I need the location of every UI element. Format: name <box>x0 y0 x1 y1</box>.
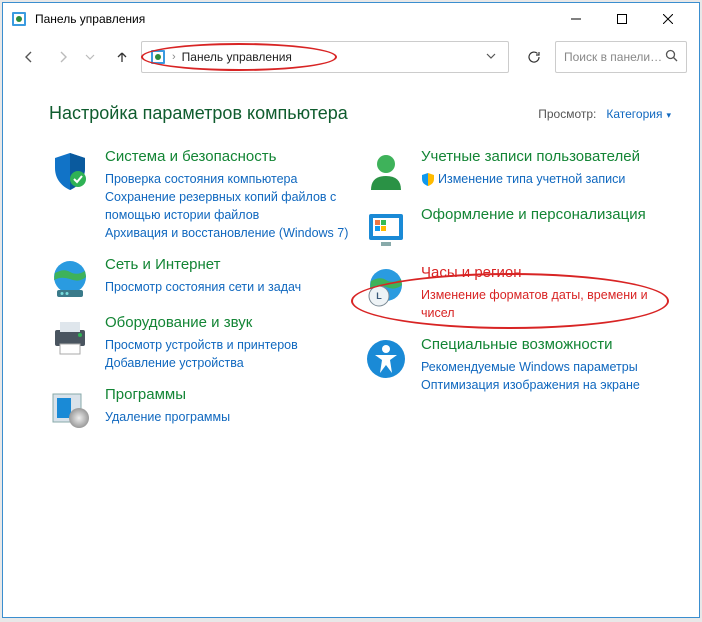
accessibility-icon <box>365 338 407 380</box>
category-title[interactable]: Оборудование и звук <box>105 314 355 333</box>
printer-icon <box>49 316 91 358</box>
back-button[interactable] <box>15 43 43 71</box>
search-input[interactable]: Поиск в панели у... <box>555 41 687 73</box>
category-link[interactable]: Просмотр устройств и принтеров <box>105 336 355 354</box>
category-title[interactable]: Программы <box>105 386 355 405</box>
toolbar: › Панель управления Поиск в панели у... <box>3 35 699 79</box>
address-dropdown[interactable] <box>482 51 500 64</box>
control-panel-icon <box>11 11 27 27</box>
category-link[interactable]: Проверка состояния компьютера <box>105 170 355 188</box>
chevron-down-icon: ▾ <box>666 110 671 120</box>
up-button[interactable] <box>109 44 135 70</box>
refresh-button[interactable] <box>519 43 549 71</box>
category-users: Учетные записи пользователей Изменение т… <box>365 148 671 192</box>
maximize-button[interactable] <box>599 4 645 34</box>
category-programs: Программы Удаление программы <box>49 386 355 430</box>
left-col: Система и безопасность Проверка состояни… <box>49 148 355 444</box>
category-link[interactable]: Сохранение резервных копий файлов с помо… <box>105 188 355 224</box>
view-label: Просмотр: <box>538 107 596 121</box>
header-row: Настройка параметров компьютера Просмотр… <box>49 103 671 124</box>
category-title[interactable]: Система и безопасность <box>105 148 355 167</box>
control-panel-icon <box>150 49 166 65</box>
category-link[interactable]: Удаление программы <box>105 408 355 426</box>
right-col: Учетные записи пользователей Изменение т… <box>365 148 671 444</box>
window: Панель управления › Панель управления По… <box>2 2 700 618</box>
category-link[interactable]: Оптимизация изображения на экране <box>421 376 671 394</box>
user-icon <box>365 150 407 192</box>
minimize-button[interactable] <box>553 4 599 34</box>
page-title: Настройка параметров компьютера <box>49 103 538 124</box>
globe-icon <box>49 258 91 300</box>
category-network: Сеть и Интернет Просмотр состояния сети … <box>49 256 355 300</box>
view-dropdown[interactable]: Категория▾ <box>606 107 671 121</box>
category-link[interactable]: Изменение форматов даты, времени и чисел <box>421 286 671 322</box>
category-link[interactable]: Рекомендуемые Windows параметры <box>421 358 671 376</box>
window-controls <box>553 4 691 34</box>
category-hardware: Оборудование и звук Просмотр устройств и… <box>49 314 355 372</box>
content: Настройка параметров компьютера Просмотр… <box>3 79 699 444</box>
category-link[interactable]: Добавление устройства <box>105 354 355 372</box>
window-title: Панель управления <box>35 12 553 26</box>
svg-text:L: L <box>376 291 382 301</box>
appearance-icon <box>365 208 407 250</box>
forward-button[interactable] <box>49 43 77 71</box>
breadcrumb[interactable]: Панель управления <box>182 50 292 64</box>
breadcrumb-sep: › <box>172 51 176 63</box>
close-button[interactable] <box>645 4 691 34</box>
search-icon <box>665 49 678 65</box>
clock-icon: L <box>365 266 407 308</box>
shield-icon <box>49 150 91 192</box>
category-link[interactable]: Архивация и восстановление (Windows 7) <box>105 224 355 242</box>
category-title[interactable]: Часы и регион <box>421 264 671 283</box>
category-security: Система и безопасность Проверка состояни… <box>49 148 355 242</box>
category-title[interactable]: Учетные записи пользователей <box>421 148 671 167</box>
recent-dropdown[interactable] <box>83 43 97 71</box>
search-placeholder: Поиск в панели у... <box>564 50 665 64</box>
category-ease: Специальные возможности Рекомендуемые Wi… <box>365 336 671 394</box>
category-link[interactable]: Изменение типа учетной записи <box>421 170 671 188</box>
category-title[interactable]: Сеть и Интернет <box>105 256 355 275</box>
category-title[interactable]: Специальные возможности <box>421 336 671 355</box>
programs-icon <box>49 388 91 430</box>
uac-shield-icon <box>421 172 435 186</box>
category-link[interactable]: Просмотр состояния сети и задач <box>105 278 355 296</box>
titlebar: Панель управления <box>3 3 699 35</box>
category-grid: Система и безопасность Проверка состояни… <box>49 148 671 444</box>
address-bar[interactable]: › Панель управления <box>141 41 509 73</box>
category-title[interactable]: Оформление и персонализация <box>421 206 671 225</box>
category-clock: L Часы и регион Изменение форматов даты,… <box>365 264 671 322</box>
category-appearance: Оформление и персонализация <box>365 206 671 250</box>
